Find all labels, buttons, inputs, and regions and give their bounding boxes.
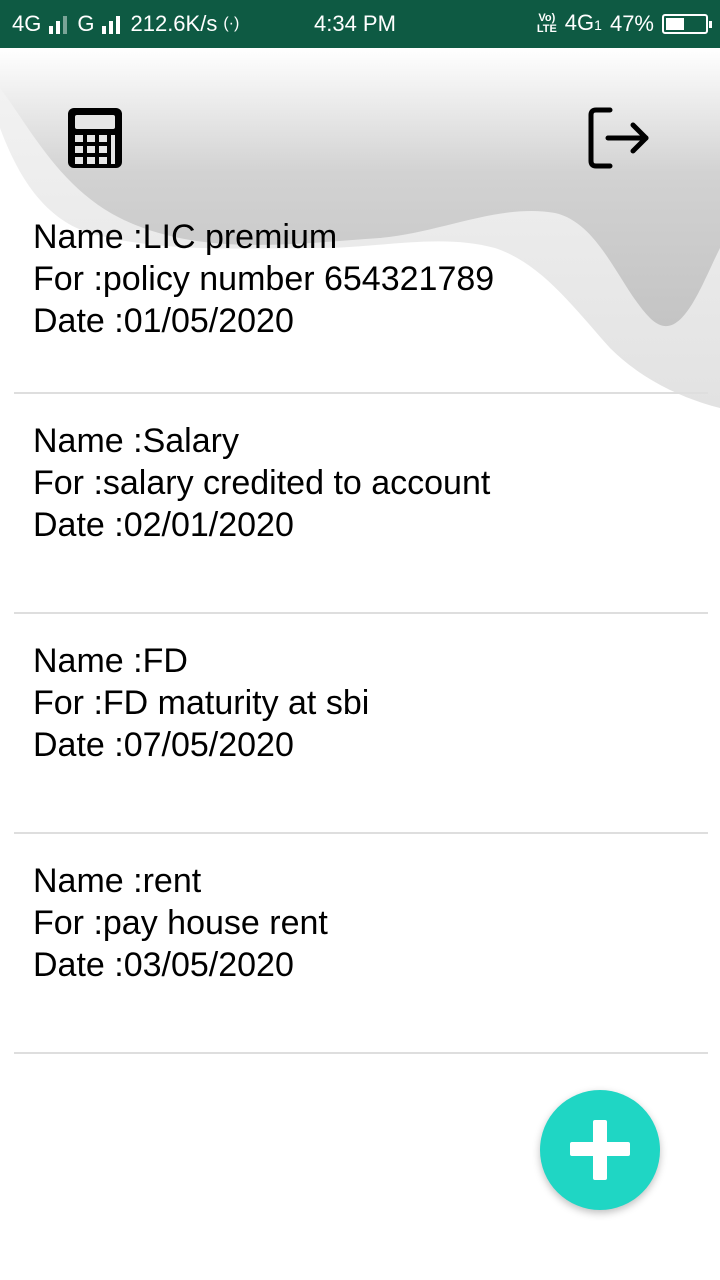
item-for: For :pay house rent [33, 904, 328, 942]
status-bar: 4G G 212.6K/s (·) 4:34 PM Vo) LTE 4G1 47% [0, 0, 720, 48]
item-for: For :salary credited to account [33, 464, 491, 502]
network-type-2: G [77, 11, 95, 36]
reminder-list: Name :LIC premium For :policy number 654… [14, 210, 708, 1054]
signal-icon [49, 14, 68, 34]
item-name: Name :FD [33, 642, 188, 680]
list-item[interactable]: Name :LIC premium For :policy number 654… [14, 216, 708, 394]
network-type-1: 4G [12, 11, 42, 36]
battery-percent: 47% [609, 11, 654, 36]
network-speed: 212.6K/s [130, 11, 218, 36]
hotspot-icon: (·) [223, 15, 240, 32]
item-name: Name :LIC premium [33, 218, 338, 256]
item-for: For :policy number 654321789 [33, 260, 495, 298]
add-button[interactable] [540, 1090, 660, 1210]
battery-icon [662, 14, 712, 34]
calculator-icon[interactable] [66, 106, 124, 170]
clock: 4:34 PM [314, 11, 396, 36]
logout-icon[interactable] [586, 106, 654, 170]
item-name: Name :rent [33, 862, 202, 900]
item-for: For :FD maturity at sbi [33, 684, 370, 722]
item-date: Date :03/05/2020 [33, 946, 294, 984]
volte-icon: Vo) LTE [536, 12, 557, 35]
list-item[interactable]: Name :FD For :FD maturity at sbi Date :0… [14, 614, 708, 834]
network-type-3: 4G1 [564, 10, 602, 35]
status-left: 4G G 212.6K/s (·) [12, 0, 239, 48]
item-name: Name :Salary [33, 422, 239, 460]
item-date: Date :01/05/2020 [33, 302, 294, 340]
list-item[interactable]: Name :Salary For :salary credited to acc… [14, 394, 708, 614]
item-date: Date :02/01/2020 [33, 506, 294, 544]
signal-icon-2 [102, 14, 121, 34]
list-item[interactable]: Name :rent For :pay house rent Date :03/… [14, 834, 708, 1054]
status-right: Vo) LTE 4G1 47% [536, 0, 712, 48]
item-date: Date :07/05/2020 [33, 726, 294, 764]
